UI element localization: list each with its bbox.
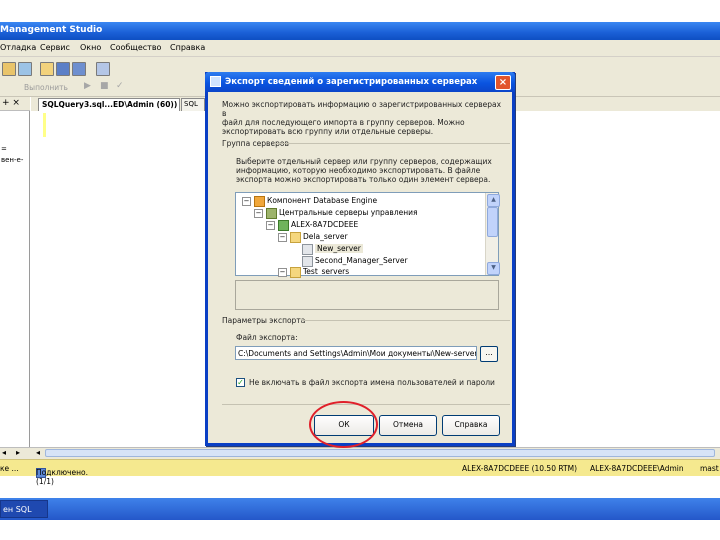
intro-line: файл для последующего импорта в группу с…	[222, 118, 465, 127]
dialog-title-bar[interactable]: Экспорт сведений о зарегистрированных се…	[205, 72, 515, 92]
taskbar-item[interactable]: ен SQL	[0, 500, 48, 518]
exclude-credentials-label[interactable]: Не включать в файл экспорта имена пользо…	[249, 378, 507, 387]
scrollbar-thumb[interactable]	[45, 449, 715, 457]
scroll-down-icon[interactable]: ▼	[487, 262, 500, 275]
menu-community[interactable]: Сообщество	[110, 43, 161, 52]
server-icon	[278, 220, 289, 231]
buttons-divider	[222, 404, 510, 405]
tree-scrollbar[interactable]: ▲ ▼	[485, 193, 500, 275]
tree-node-new-server[interactable]: New_server	[315, 244, 363, 253]
menu-tools[interactable]: Сервис	[40, 43, 70, 52]
menu-bar: Отладка Сервис Окно Сообщество Справка	[0, 40, 720, 57]
app-title-bar: Management Studio	[0, 22, 720, 40]
scrollbar-thumb[interactable]	[487, 207, 498, 237]
stop-icon[interactable]: ■	[100, 81, 109, 91]
status-server: ALEX-8A7DCDEEE (10.50 RTM)	[462, 464, 578, 473]
close-icon[interactable]: ×	[495, 75, 511, 90]
taskbar	[0, 498, 720, 520]
panel-pin-close[interactable]: + ×	[2, 98, 20, 108]
group-desc-line: экспорта можно экспортировать только оди…	[236, 175, 491, 184]
group-description: Выберите отдельный сервер или группу сер…	[236, 157, 506, 184]
selection-description-box	[235, 280, 499, 310]
menu-window[interactable]: Окно	[80, 43, 101, 52]
db-icon[interactable]	[2, 62, 16, 76]
status-bar: ке ... Подключено. (1/1) ALEX-8A7DCDEEE …	[0, 459, 720, 486]
ok-highlight-circle	[309, 401, 378, 448]
tab-sql[interactable]: SQL	[181, 98, 205, 111]
parse-icon[interactable]: ✓	[116, 81, 124, 91]
tree-node-alex-server[interactable]: ALEX-8A7DCDEEE	[291, 220, 358, 229]
status-left: ке ...	[0, 464, 19, 473]
scroll-left-icon[interactable]: ◂	[2, 448, 6, 457]
tree-node-test-servers[interactable]: Test_servers	[303, 267, 349, 275]
exclude-credentials-checkbox[interactable]: ✓	[236, 378, 245, 387]
collapse-icon[interactable]: −	[242, 197, 251, 206]
server-export-icon	[210, 76, 221, 87]
object-explorer: = вен-е-	[0, 111, 30, 447]
tree-node-database-engine[interactable]: Компонент Database Engine	[267, 196, 377, 205]
menu-help[interactable]: Справка	[170, 43, 205, 52]
help-button[interactable]: Справка	[442, 415, 500, 436]
export-file-input[interactable]: C:\Documents and Settings\Admin\Мои доку…	[235, 346, 477, 360]
collapse-icon[interactable]: −	[278, 268, 287, 277]
editor-current-line	[43, 113, 46, 137]
folder-icon	[290, 232, 301, 243]
open-folder-icon[interactable]	[40, 62, 54, 76]
debug-icon[interactable]: ▶	[84, 81, 91, 91]
tree-fragment: =	[1, 145, 7, 153]
cancel-button[interactable]: Отмена	[379, 415, 437, 436]
group-divider	[274, 143, 510, 144]
database-engine-icon	[254, 196, 265, 207]
folder-icon	[290, 267, 301, 278]
save-all-icon[interactable]	[72, 62, 86, 76]
scroll-up-icon[interactable]: ▲	[487, 194, 500, 207]
activity-monitor-icon[interactable]	[96, 62, 110, 76]
tree-node-central-servers[interactable]: Центральные серверы управления	[279, 208, 418, 217]
browse-button[interactable]: ...	[480, 346, 498, 362]
status-database: mast	[700, 464, 719, 473]
params-divider	[302, 320, 510, 321]
tree-node-second-manager[interactable]: Second_Manager_Server	[315, 256, 408, 265]
scroll-left-icon[interactable]: ◂	[36, 448, 40, 457]
central-servers-icon	[266, 208, 277, 219]
intro-line: экспортировать всю группу или отдельные …	[222, 127, 434, 136]
group-desc-line: Выберите отдельный сервер или группу сер…	[236, 157, 492, 166]
group-desc-line: информацию, которую необходимо экспортир…	[236, 166, 481, 175]
export-params-label: Параметры экспорта	[222, 316, 306, 325]
object-explorer-header: + ×	[0, 97, 30, 111]
collapse-icon[interactable]: −	[266, 221, 275, 230]
export-file-label: Файл экспорта:	[236, 333, 298, 342]
scroll-right-icon[interactable]: ▸	[16, 448, 20, 457]
tree-node-dela-server[interactable]: Dela_server	[303, 232, 348, 241]
server-registration-icon	[302, 256, 313, 267]
server-registration-icon	[302, 244, 313, 255]
tab-sqlquery3[interactable]: SQLQuery3.sql...ED\Admin (60))	[38, 98, 180, 111]
save-icon[interactable]	[56, 62, 70, 76]
menu-debug[interactable]: Отладка	[0, 43, 36, 52]
app-title: Management Studio	[0, 25, 103, 35]
collapse-icon[interactable]: −	[278, 233, 287, 242]
status-user: ALEX-8A7DCDEEE\Admin	[590, 464, 684, 473]
dialog-intro: Можно экспортировать информацию о зареги…	[222, 100, 507, 136]
status-connected-text: Подключено. (1/1)	[36, 468, 88, 486]
collapse-icon[interactable]: −	[254, 209, 263, 218]
tree-fragment: вен-е-	[1, 156, 24, 164]
dialog-title: Экспорт сведений о зарегистрированных се…	[225, 77, 478, 87]
new-query-icon[interactable]	[18, 62, 32, 76]
intro-line: Можно экспортировать информацию о зареги…	[222, 100, 502, 118]
server-tree[interactable]: − Компонент Database Engine − Центральны…	[235, 192, 499, 278]
execute-button[interactable]: Выполнить	[24, 83, 68, 92]
